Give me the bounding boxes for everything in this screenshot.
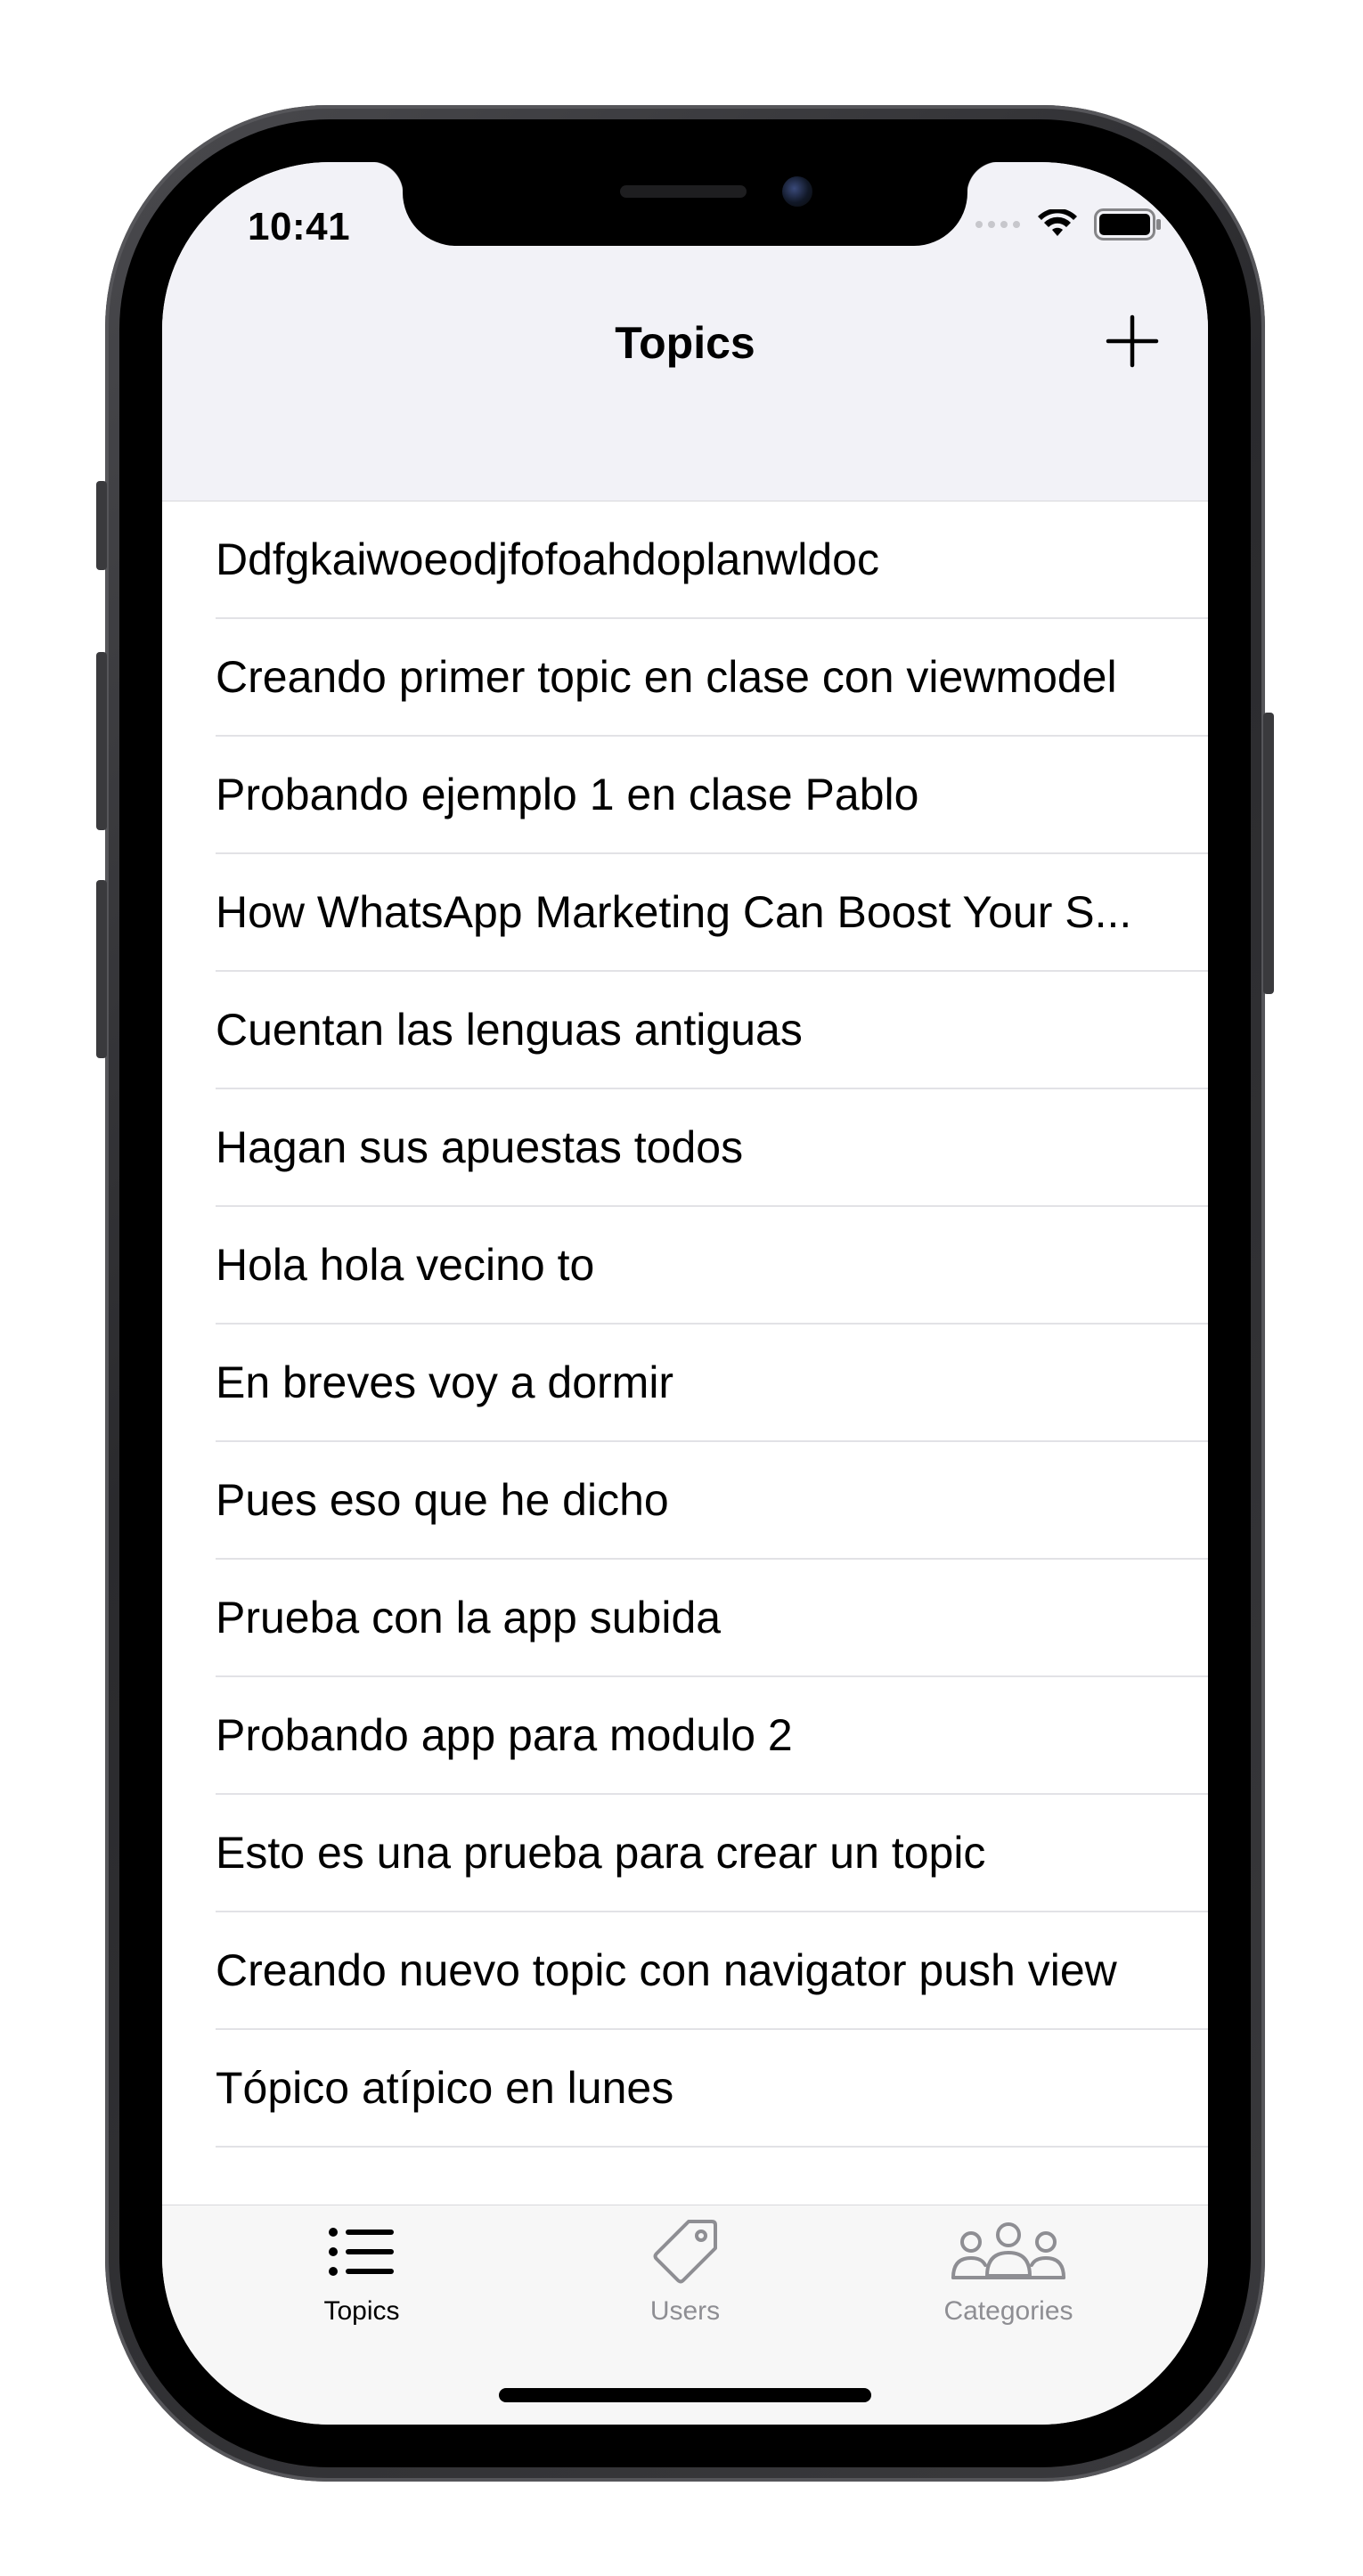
home-indicator[interactable] [499,2388,871,2402]
list-item[interactable]: Pues eso que he dicho [216,1442,1208,1560]
cellular-signal-icon [975,221,1020,228]
front-camera [782,176,812,207]
topic-title: Probando ejemplo 1 en clase Pablo [216,770,919,819]
topic-title: Hola hola vecino to [216,1240,595,1290]
tab-label: Topics [323,2296,400,2326]
speaker-grille [620,185,747,198]
list-item[interactable]: Creando nuevo topic con navigator push v… [216,1912,1208,2030]
silent-switch [96,481,107,570]
topics-list[interactable]: Ddfgkaiwoeodjfofoahdoplanwldoc Creando p… [162,501,1208,2205]
topic-title: Creando nuevo topic con navigator push v… [216,1945,1117,1995]
power-button [1263,713,1274,994]
topic-title: En breves voy a dormir [216,1357,674,1407]
list-item[interactable]: Tópico atípico en lunes [216,2030,1208,2148]
tab-categories[interactable]: Categories [875,2214,1142,2339]
tab-bar: Topics Users Categories [162,2205,1208,2425]
status-indicators [975,208,1162,240]
topic-title: Esto es una prueba para crear un topic [216,1828,986,1878]
topic-title: Cuentan las lenguas antiguas [216,1005,803,1055]
phone-screen: 10:41 Topics Ddfgkaiwoeodjfofoahdoplanwl… [162,162,1208,2425]
tab-users[interactable]: Users [551,2214,819,2339]
battery-icon [1094,208,1161,240]
list-item[interactable]: Probando app para modulo 2 [216,1677,1208,1795]
topic-title: Creando primer topic en clase con viewmo… [216,652,1117,702]
list-item[interactable]: Esto es una prueba para crear un topic [216,1795,1208,1912]
notch [371,162,1000,246]
topic-title: Prueba con la app subida [216,1593,722,1643]
tag-icon [653,2220,717,2284]
plus-icon [1106,314,1159,368]
volume-up-button [96,652,107,830]
list-item[interactable]: Prueba con la app subida [216,1560,1208,1677]
page-title: Topics [615,318,755,368]
topic-title: Pues eso que he dicho [216,1475,669,1525]
tab-label: Users [649,2296,721,2326]
wifi-icon [1038,209,1077,236]
topic-title: Ddfgkaiwoeodjfofoahdoplanwldoc [216,534,879,584]
topic-title: How WhatsApp Marketing Can Boost Your S.… [216,887,1132,937]
tab-topics[interactable]: Topics [228,2214,495,2339]
list-item[interactable]: Probando ejemplo 1 en clase Pablo [216,737,1208,854]
list-item[interactable]: Creando primer topic en clase con viewmo… [216,619,1208,737]
list-item[interactable]: En breves voy a dormir [216,1325,1208,1442]
tab-label: Categories [943,2296,1073,2326]
list-item[interactable]: How WhatsApp Marketing Can Boost Your S.… [216,854,1208,972]
status-time: 10:41 [248,205,351,249]
add-topic-button[interactable] [1103,312,1162,371]
group-icon [951,2222,1065,2279]
list-item[interactable]: Hola hola vecino to [216,1207,1208,1325]
topic-title: Hagan sus apuestas todos [216,1122,744,1172]
list-item[interactable] [216,2148,1208,2205]
list-item[interactable]: Cuentan las lenguas antiguas [216,972,1208,1089]
list-item[interactable]: Ddfgkaiwoeodjfofoahdoplanwldoc [216,501,1208,619]
list-item[interactable]: Hagan sus apuestas todos [216,1089,1208,1207]
topic-title: Tópico atípico en lunes [216,2063,674,2113]
list-icon [329,2228,394,2276]
volume-down-button [96,880,107,1058]
topic-title: Probando app para modulo 2 [216,1710,793,1760]
